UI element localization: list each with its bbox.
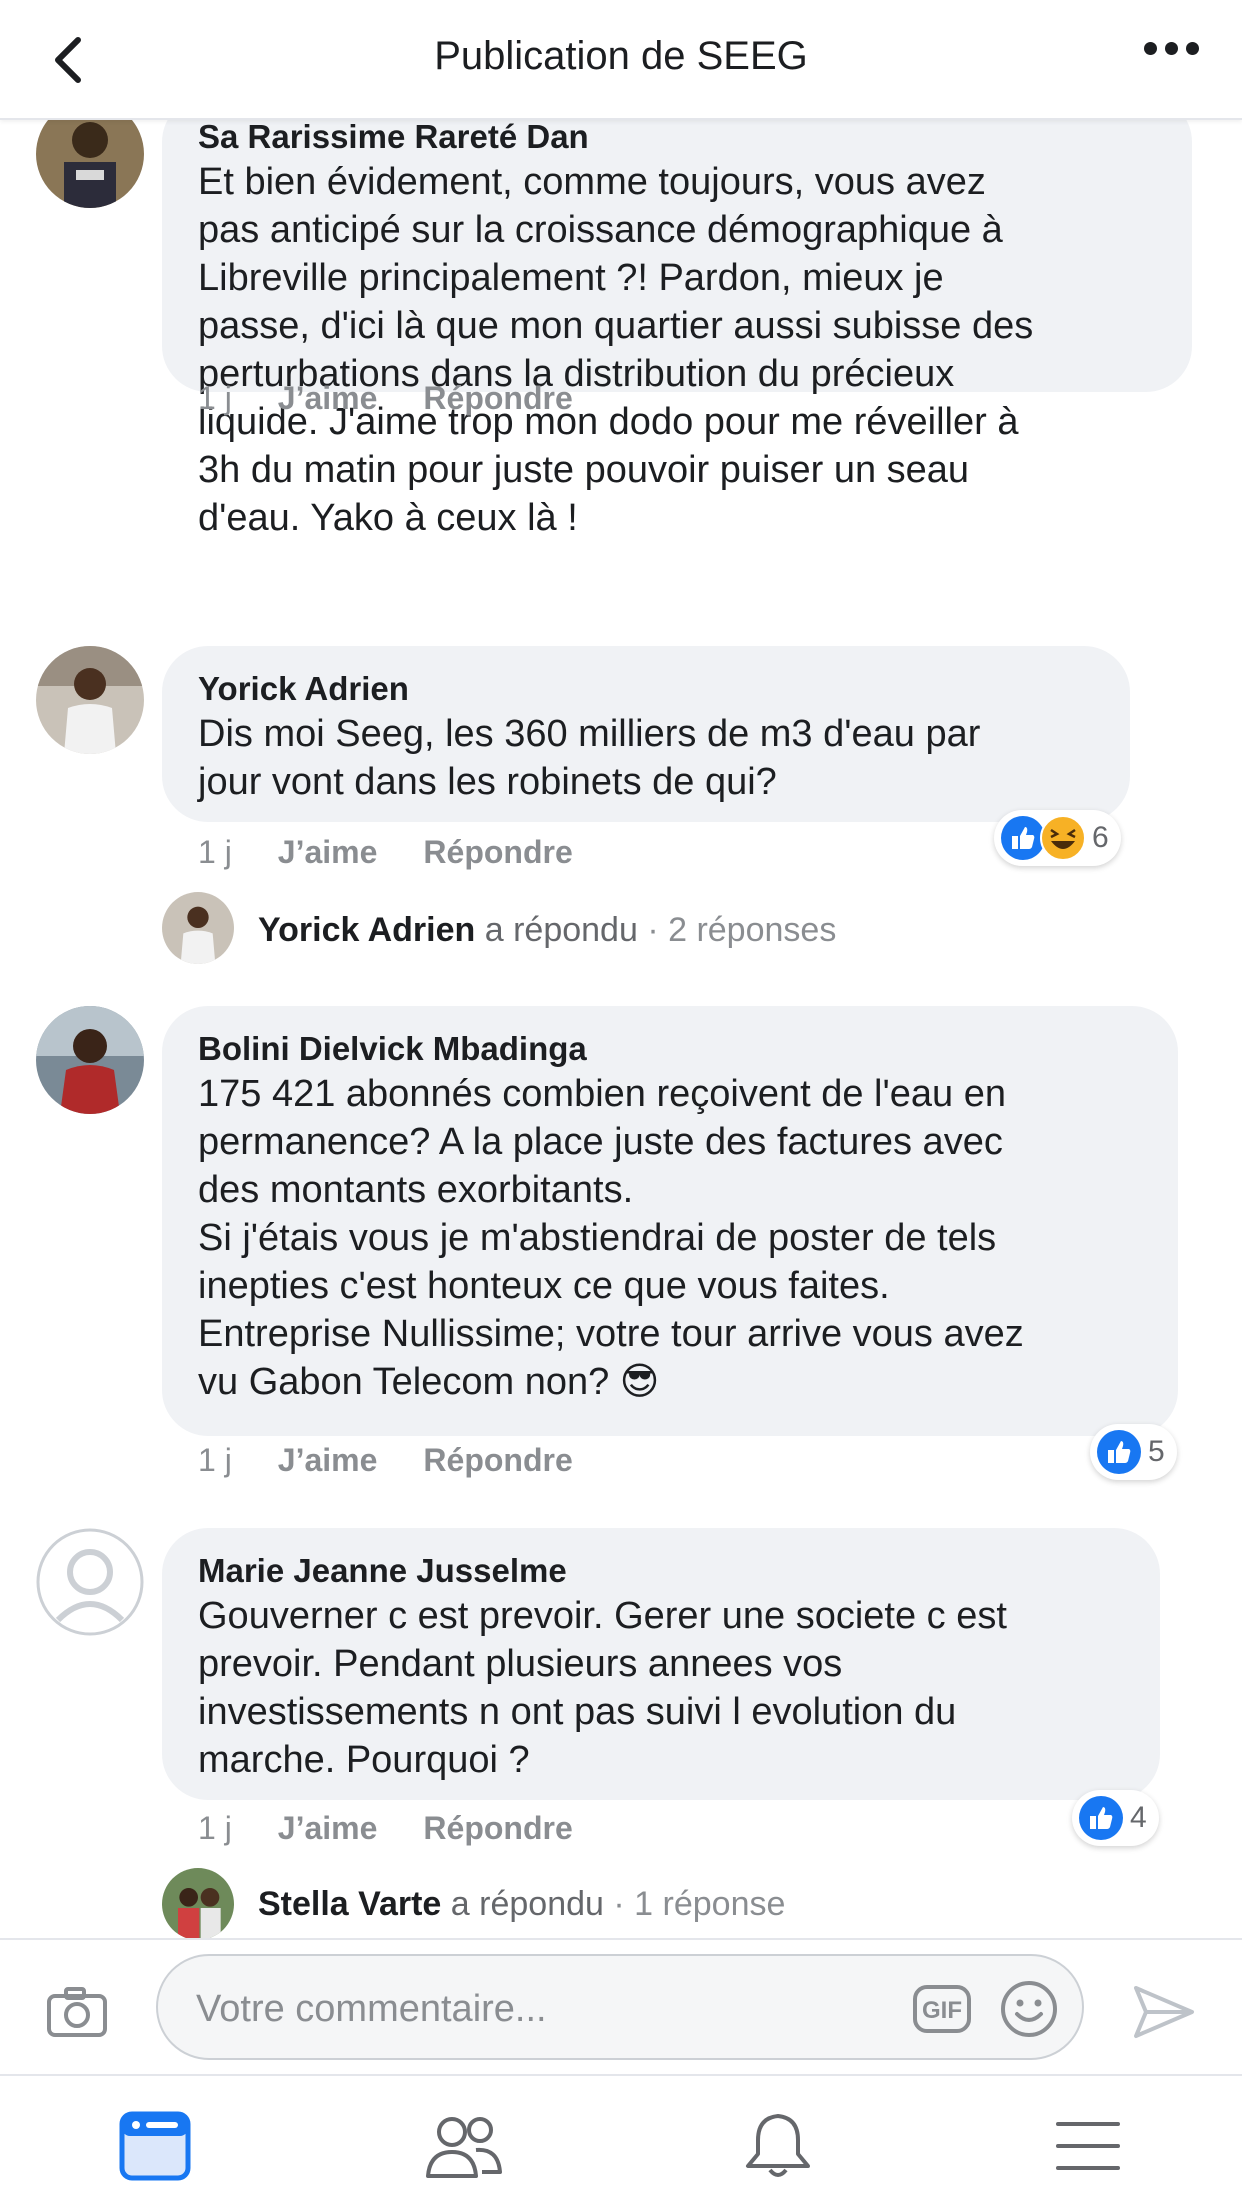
- reply-count: · 2 réponses: [647, 911, 837, 949]
- reply-count: · 1 réponse: [613, 1885, 786, 1923]
- comment-author[interactable]: Marie Jeanne Jusselme: [198, 1550, 1124, 1592]
- gif-icon[interactable]: GIF: [912, 1984, 972, 2034]
- reactions-summary[interactable]: 6: [994, 810, 1121, 866]
- top-bar: Publication de SEEG: [0, 0, 1242, 120]
- comment-text: 175 421 abonnés combien reçoivent de l'e…: [198, 1073, 1024, 1403]
- view-replies-link[interactable]: Yorick Adrien a répondu · 2 réponses: [258, 910, 836, 950]
- comment-author[interactable]: Yorick Adrien: [198, 668, 1094, 710]
- like-link[interactable]: J’aime: [278, 1442, 378, 1478]
- comment-bubble[interactable]: Yorick Adrien Dis moi Seeg, les 360 mill…: [162, 646, 1130, 822]
- bottom-tab-bar: [0, 2074, 1242, 2210]
- camera-icon[interactable]: [46, 1986, 108, 2038]
- comment-author[interactable]: Sa Rarissime Rareté Dan: [198, 118, 1156, 158]
- emoji-icon[interactable]: [1000, 1980, 1058, 2038]
- comment-text: Gouverner c est prevoir. Gerer une socie…: [198, 1595, 1007, 1781]
- avatar[interactable]: [36, 1006, 144, 1114]
- menu-icon[interactable]: [1048, 2110, 1128, 2182]
- comment-time: 1 j: [198, 834, 232, 870]
- reactions-summary[interactable]: 5: [1090, 1424, 1177, 1480]
- comment-actions: 1 j J’aime Répondre: [198, 1810, 619, 1847]
- comments-list[interactable]: Sa Rarissime Rareté Dan Et bien évidemen…: [0, 118, 1242, 1938]
- comment-actions: 1 j J’aime Répondre: [198, 380, 619, 417]
- reply-verb: a répondu: [450, 1885, 604, 1923]
- comment-time: 1 j: [198, 1442, 232, 1478]
- comment-actions: 1 j J’aime Répondre: [198, 834, 619, 871]
- comment-text: Et bien évidement, comme toujours, vous …: [198, 161, 1034, 539]
- avatar[interactable]: [36, 646, 144, 754]
- comment-input-box: GIF: [156, 1954, 1084, 2060]
- avatar[interactable]: [162, 1868, 234, 1938]
- gif-label: GIF: [922, 1997, 962, 2024]
- like-link[interactable]: J’aime: [278, 1810, 378, 1846]
- like-link[interactable]: J’aime: [278, 380, 378, 416]
- comment-time: 1 j: [198, 1810, 232, 1846]
- reaction-count: 4: [1130, 1801, 1147, 1834]
- avatar[interactable]: [162, 892, 234, 964]
- default-avatar-icon[interactable]: [36, 1528, 144, 1636]
- reaction-count: 5: [1148, 1435, 1165, 1468]
- comment-input[interactable]: [194, 1982, 838, 2036]
- comment-bubble[interactable]: Marie Jeanne Jusselme Gouverner c est pr…: [162, 1528, 1160, 1800]
- reply-link[interactable]: Répondre: [423, 834, 572, 870]
- reply-link[interactable]: Répondre: [423, 1442, 572, 1478]
- haha-reaction-icon: [1040, 815, 1086, 861]
- comment-time: 1 j: [198, 380, 232, 416]
- view-replies-link[interactable]: Stella Varte a répondu · 1 réponse: [258, 1884, 785, 1924]
- reply-link[interactable]: Répondre: [423, 1810, 572, 1846]
- comment-composer: GIF: [0, 1938, 1242, 2076]
- news-feed-tab-icon[interactable]: [118, 2110, 198, 2182]
- page-title: Publication de SEEG: [434, 34, 808, 78]
- send-icon[interactable]: [1132, 1984, 1196, 2040]
- avatar[interactable]: [36, 118, 144, 208]
- reactions-summary[interactable]: 4: [1072, 1790, 1159, 1846]
- more-horizontal-icon[interactable]: [1140, 42, 1206, 76]
- reply-author: Yorick Adrien: [258, 911, 476, 949]
- like-link[interactable]: J’aime: [278, 834, 378, 870]
- comment-bubble[interactable]: Bolini Dielvick Mbadinga 175 421 abonnés…: [162, 1006, 1178, 1436]
- comment-bubble[interactable]: Sa Rarissime Rareté Dan Et bien évidemen…: [162, 118, 1192, 539]
- friends-tab-icon[interactable]: [424, 2110, 504, 2182]
- comment-author[interactable]: Bolini Dielvick Mbadinga: [198, 1028, 1142, 1070]
- reply-author: Stella Varte: [258, 1885, 442, 1923]
- comment-text: Dis moi Seeg, les 360 milliers de m3 d'e…: [198, 713, 981, 803]
- like-reaction-icon: [1078, 1795, 1124, 1841]
- notifications-bell-icon[interactable]: [738, 2110, 818, 2182]
- comment-actions: 1 j J’aime Répondre: [198, 1442, 619, 1479]
- like-reaction-icon: [1096, 1429, 1142, 1475]
- reply-verb: a répondu: [484, 911, 638, 949]
- reaction-count: 6: [1092, 821, 1109, 854]
- reply-link[interactable]: Répondre: [423, 380, 572, 416]
